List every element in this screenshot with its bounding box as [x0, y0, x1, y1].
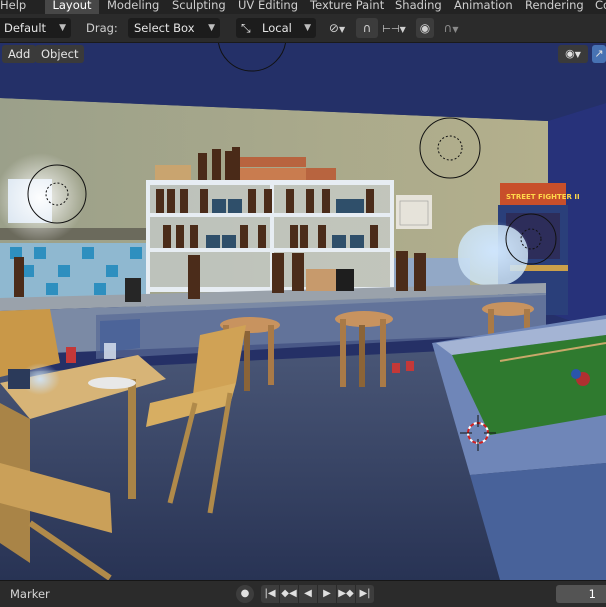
next-keyframe-icon: ▶◆	[338, 588, 354, 599]
tab-sculpting[interactable]: Sculpting	[172, 0, 226, 14]
floor-can	[392, 363, 400, 373]
next-keyframe-button[interactable]: ▶◆	[337, 585, 355, 603]
floor-can-2	[406, 361, 414, 371]
orientation-value: Default	[4, 21, 47, 35]
3d-viewport[interactable]: STREET FIGHTER II Add Object ◉▼ ↗	[0, 43, 606, 580]
tab-animation[interactable]: Animation	[454, 0, 513, 14]
box-top	[155, 165, 191, 180]
workspace-tab-bar: Help Layout Modeling Sculpting UV Editin…	[0, 0, 606, 14]
proportional-edit-toggle[interactable]: ◉	[416, 18, 434, 38]
link-icon: ⊘	[328, 21, 339, 35]
eye-icon: ◉	[565, 47, 575, 60]
pivot-point-button[interactable]: ⊘▼	[323, 18, 351, 38]
tab-shading[interactable]: Shading	[395, 0, 442, 14]
transform-orientation-dropdown[interactable]: ⤡ Local ▼	[236, 18, 316, 38]
chevron-down-icon: ▼	[304, 23, 311, 33]
play-reverse-button[interactable]: ◀	[299, 585, 317, 603]
drag-select-dropdown[interactable]: Select Box ▼	[128, 18, 220, 38]
play-button[interactable]: ▶	[318, 585, 336, 603]
chevron-down-icon: ▼	[59, 23, 66, 33]
help-menu[interactable]: Help	[0, 0, 26, 14]
prev-keyframe-icon: ◆◀	[281, 588, 297, 599]
visibility-dropdown[interactable]: ◉▼	[558, 45, 588, 63]
play-reverse-icon: ◀	[304, 588, 312, 599]
current-frame-field[interactable]: 1	[556, 585, 606, 603]
timeline-header: Marker ● |◀ ◆◀ ◀ ▶ ▶◆ ▶| 1	[0, 580, 606, 607]
jump-start-icon: |◀	[264, 588, 276, 599]
header-toolbar: Default ▼ Drag: Select Box ▼ ⤡ Local ▼ ⊘…	[0, 14, 606, 43]
wall-calendar	[396, 195, 432, 229]
gizmo-icon: ↗	[594, 47, 604, 60]
falloff-curve-icon: ∩	[443, 21, 453, 35]
napkin-holder	[125, 278, 141, 302]
drag-label: Drag:	[86, 21, 118, 35]
marker-menu[interactable]: Marker	[10, 585, 50, 603]
add-menu[interactable]: Add	[2, 45, 37, 63]
counter-box	[306, 269, 336, 291]
arcade-logo: STREET FIGHTER II	[506, 193, 580, 201]
drag-select-value: Select Box	[134, 21, 195, 35]
orientation-dropdown[interactable]: Default ▼	[0, 18, 71, 38]
chevron-down-icon: ▼	[208, 23, 215, 33]
tab-layout[interactable]: Layout	[45, 0, 99, 14]
jump-start-button[interactable]: |◀	[261, 585, 279, 603]
falloff-button[interactable]: ∩▼	[436, 18, 466, 38]
chevron-down-icon: ▼	[574, 50, 581, 59]
transform-axis-icon: ⤡	[241, 21, 251, 35]
tab-compositing[interactable]: Co	[595, 0, 606, 14]
object-menu[interactable]: Object	[35, 45, 85, 63]
tab-uv-editing[interactable]: UV Editing	[238, 0, 298, 14]
tab-modeling[interactable]: Modeling	[107, 0, 159, 14]
tab-rendering[interactable]: Rendering	[525, 0, 584, 14]
snap-increment-icon: ⊢⊣	[382, 24, 400, 35]
chevron-down-icon: ▼	[399, 25, 406, 34]
display-case	[458, 221, 530, 285]
tab-texture-paint[interactable]: Texture Paint	[310, 0, 384, 14]
jump-end-button[interactable]: ▶|	[356, 585, 374, 603]
chevron-down-icon: ▼	[338, 25, 346, 34]
play-icon: ▶	[323, 588, 331, 599]
napkin-holder-2	[336, 269, 354, 291]
chevron-down-icon: ▼	[452, 25, 459, 34]
prev-keyframe-button[interactable]: ◆◀	[280, 585, 298, 603]
snap-toggle[interactable]: ∩	[356, 18, 378, 38]
record-icon: ●	[240, 588, 250, 599]
record-button[interactable]: ●	[236, 585, 254, 603]
jump-end-icon: ▶|	[359, 588, 371, 599]
gizmo-toggle[interactable]: ↗	[592, 45, 606, 63]
snap-target-button[interactable]: ⊢⊣▼	[378, 18, 410, 38]
transform-orientation-value: Local	[262, 21, 292, 35]
rendered-scene: STREET FIGHTER II	[0, 43, 606, 580]
proportional-edit-icon: ◉	[419, 21, 431, 35]
magnet-icon: ∩	[362, 21, 372, 35]
